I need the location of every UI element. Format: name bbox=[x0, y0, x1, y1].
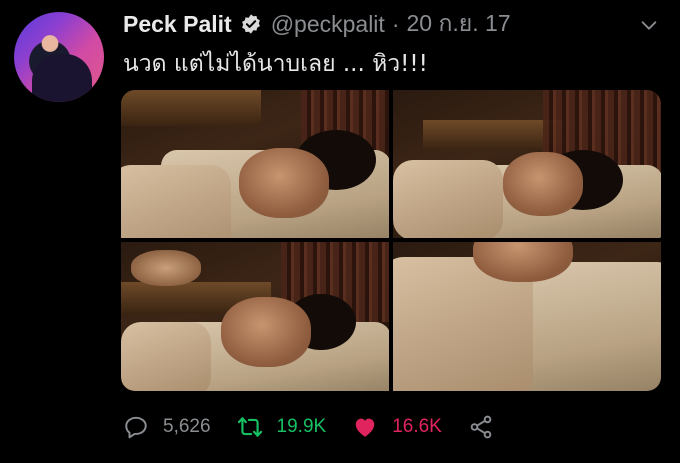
reply-button[interactable]: 5,626 bbox=[123, 414, 211, 440]
media-grid bbox=[121, 90, 661, 391]
separator-dot: · bbox=[391, 10, 400, 37]
verified-badge-icon bbox=[241, 14, 260, 34]
tweet-date[interactable]: 20 ก.ย. 17 bbox=[406, 6, 510, 42]
photo-2[interactable] bbox=[393, 90, 661, 238]
heart-icon bbox=[355, 418, 375, 437]
display-name[interactable]: Peck Palit bbox=[123, 11, 232, 38]
photo-1[interactable] bbox=[121, 90, 389, 238]
photo-3[interactable] bbox=[121, 242, 389, 391]
tweet-header: Peck Palit @peckpalit · 20 ก.ย. 17 bbox=[123, 8, 664, 40]
tweet-actions: 5,626 19.9K 16.6K bbox=[123, 410, 520, 444]
like-count: 16.6K bbox=[392, 416, 442, 437]
reply-icon bbox=[125, 416, 147, 439]
avatar-figure bbox=[32, 54, 92, 102]
retweet-button[interactable]: 19.9K bbox=[237, 414, 327, 440]
avatar[interactable] bbox=[14, 12, 104, 102]
share-icon bbox=[470, 415, 492, 439]
retweet-icon bbox=[237, 417, 262, 437]
chevron-down-icon[interactable] bbox=[638, 14, 660, 36]
like-button[interactable]: 16.6K bbox=[352, 414, 442, 440]
tweet-text: นวด แต่ไม่ได้นาบเลย ... หิว!!! bbox=[123, 51, 428, 77]
retweet-count: 19.9K bbox=[276, 416, 327, 437]
share-button[interactable] bbox=[468, 414, 494, 440]
tweet: Peck Palit @peckpalit · 20 ก.ย. 17 นวด แ… bbox=[0, 0, 680, 463]
user-handle[interactable]: @peckpalit bbox=[271, 11, 385, 38]
photo-4[interactable] bbox=[393, 242, 661, 391]
reply-count: 5,626 bbox=[163, 416, 211, 437]
